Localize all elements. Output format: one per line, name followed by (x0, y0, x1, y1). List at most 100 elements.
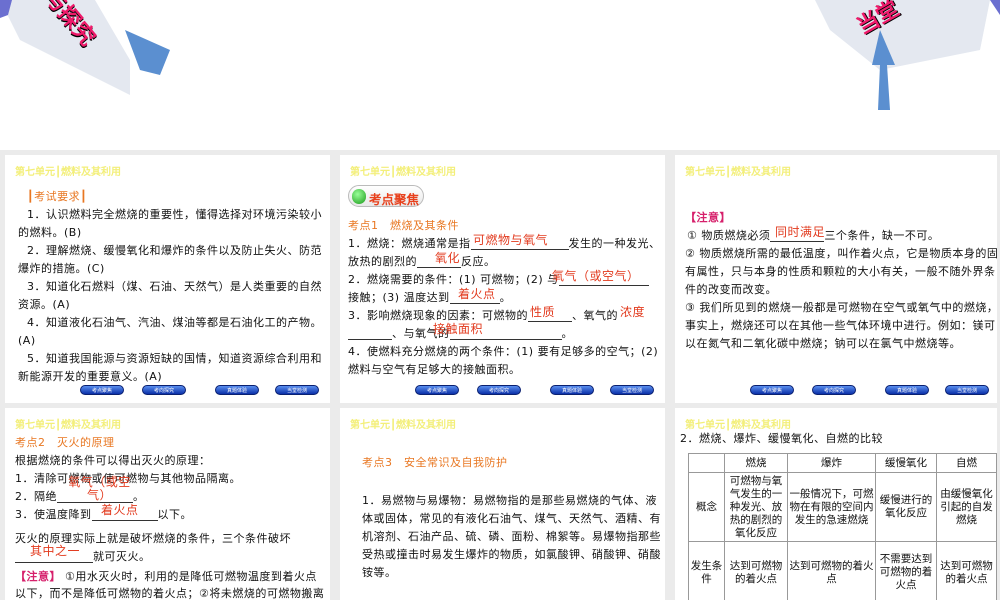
section-title: 考点1 燃烧及其条件 (348, 219, 459, 232)
text-line: 2．理解燃烧、缓慢氧化和爆炸的条件以及防止失火、防范 (27, 244, 322, 257)
table-cell: 达到可燃物的着火点 (936, 541, 997, 600)
answer: 浓度 (620, 305, 646, 319)
text-line: 【注意】 ①用水灭火时，利用的是降低可燃物温度到着火点 (15, 568, 317, 586)
table-header-row: 燃烧 爆炸 缓慢氧化 自燃 (688, 453, 997, 473)
slide-thumbnail-5[interactable]: 第七单元┃燃料及其利用 考点3 安全常识及自我防护 1．易燃物与易爆物：易燃物指… (340, 408, 665, 600)
text-line: 件的改变而改变。 (685, 283, 777, 296)
text-line: 5．知道我国能源与资源短缺的国情，知道资源综合利用和 (27, 352, 322, 365)
unit-header: 第七单元┃燃料及其利用 (685, 420, 792, 431)
table-cell: 由缓慢氧化引起的自发燃烧 (936, 472, 997, 542)
nav-button-explore[interactable]: 考向探究 (142, 385, 186, 395)
nav-button-focus[interactable]: 考点聚焦 (415, 385, 459, 395)
nav-button-real-exam[interactable]: 真题体验 (215, 385, 259, 395)
text-line: 的燃料。(B) (18, 226, 82, 239)
nav-bar: 考点聚焦 考向探究 真题体验 当堂检测 (5, 385, 330, 397)
nav-bar: 考点聚焦 考向探究 真题体验 当堂检测 (340, 385, 665, 397)
unit-header: 第七单元┃燃料及其利用 (350, 167, 457, 178)
table-row: 发生条件 达到可燃物的着火点 达到可燃物的着火点 不需要达到可燃物的着火点 达到… (688, 541, 997, 600)
text: 放热的剧烈的 (348, 255, 417, 268)
text-line: 根据燃烧的条件可以得出灭火的原理： (15, 454, 211, 467)
text: ①用水灭火时，利用的是降低可燃物温度到着火点 (65, 570, 317, 583)
note-label: 【注意】 (15, 570, 61, 583)
answer: 其中之一 (30, 544, 81, 558)
left-banner-graphic (0, 0, 170, 95)
table-cell: 概念 (688, 472, 725, 542)
text: ① 物质燃烧必须 (687, 229, 771, 242)
answer: 同时满足 (775, 225, 826, 239)
nav-button-focus[interactable]: 考点聚焦 (80, 385, 124, 395)
text-line: 放热的剧烈的 反应。 (348, 253, 496, 271)
text-line: 体或固体，常见的有液化石油气、煤气、天然气、酒精、有 (362, 512, 661, 525)
text-line: ③ 我们所见到的燃烧一般都是可燃物在空气或氧气中的燃烧， (685, 301, 997, 314)
nav-button-real-exam[interactable]: 真题体验 (885, 385, 929, 395)
slide-thumbnail-6[interactable]: 第七单元┃燃料及其利用 2．燃烧、爆炸、缓慢氧化、自燃的比较 燃烧 爆炸 缓慢氧… (675, 408, 997, 600)
table-cell: 一般情况下，可燃物在有限的空间内发生的急速燃烧 (787, 472, 876, 542)
green-dot-icon (352, 189, 366, 204)
focus-badge: 考点聚焦 (348, 185, 424, 207)
nav-button-test[interactable]: 当堂检测 (945, 385, 989, 395)
text-line: 爆炸的措施。(C) (18, 262, 105, 275)
answer: 性质 (530, 305, 556, 319)
text-line: 有属性，只与本身的性质和颗粒的大小有关，一般不随外界条 (685, 265, 996, 278)
nav-button-explore[interactable]: 考向探究 (477, 385, 521, 395)
text: 反应。 (461, 255, 496, 268)
text-line: 机溶剂、石油产品、硫、磷、面粉、棉絮等。易爆物指那些 (362, 530, 661, 543)
table-row: 概念 可燃物与氧气发生的一种发光、放热的剧烈的氧化反应 一般情况下，可燃物在有限… (688, 472, 997, 542)
text-line: 资源。(A) (18, 298, 71, 311)
table-cell: 达到可燃物的着火点 (787, 541, 876, 600)
text: 。 (561, 327, 573, 340)
text-line: 燃料与空气有足够大的接触面积。 (348, 363, 521, 376)
text: 以下。 (157, 508, 192, 521)
text-line: 铵等。 (362, 566, 397, 579)
text-line: 1．易燃物与易爆物：易燃物指的是那些易燃烧的气体、液 (362, 494, 657, 507)
nav-button-focus[interactable]: 考点聚焦 (750, 385, 794, 395)
text: 接触；(3) 温度达到 (348, 291, 450, 304)
text-line: 受热或撞击时易发生爆炸的物质，如氯酸钾、硝酸钾、硝酸 (362, 548, 661, 561)
table-cell: 不需要达到可燃物的着火点 (875, 541, 937, 600)
text-line: ② 物质燃烧所需的最低温度，叫作着火点，它是物质本身的固 (685, 247, 997, 260)
header-cell (688, 453, 725, 473)
blank (348, 328, 392, 340)
text: 2．燃烧需要的条件：(1) 可燃物；(2) 与 (348, 273, 559, 286)
header-cell: 燃烧 (724, 453, 788, 473)
text: 3．使温度降到 (15, 508, 92, 521)
text: 三个条件，缺一不可。 (824, 229, 940, 242)
slide-thumbnail-1[interactable]: 第七单元┃燃料及其利用 ┃考试要求┃ 1．认识燃料完全燃烧的重要性，懂得选择对环… (5, 155, 330, 403)
text-line: 4．使燃料充分燃烧的两个条件：(1) 要有足够多的空气；(2) (348, 345, 659, 358)
answer: 可燃物与氧气 (473, 233, 549, 247)
header-cell: 自燃 (936, 453, 997, 473)
section-title: 考点2 灭火的原理 (15, 436, 115, 449)
header-cell: 缓慢氧化 (875, 453, 937, 473)
slide-thumbnail-2[interactable]: 第七单元┃燃料及其利用 考点聚焦 考点1 燃烧及其条件 1．燃烧：燃烧通常是指发… (340, 155, 665, 403)
table-cell: 可燃物与氧气发生的一种发光、放热的剧烈的氧化反应 (724, 472, 788, 542)
unit-header: 第七单元┃燃料及其利用 (685, 167, 792, 178)
slide-thumbnail-3[interactable]: 第七单元┃燃料及其利用 【注意】 ① 物质燃烧必须 三个条件，缺一不可。 同时满足… (675, 155, 997, 403)
note-label: 【注意】 (685, 211, 731, 224)
answer: 接触面积 (433, 322, 484, 336)
table-cell: 缓慢进行的氧化反应 (875, 472, 937, 542)
banner: 与探究 当堂 (0, 0, 1000, 150)
answer: 氧气（或空气） (68, 475, 131, 502)
table-cell: 发生条件 (688, 541, 725, 600)
nav-button-test[interactable]: 当堂检测 (610, 385, 654, 395)
text-line: 以在氮气和二氧化碳中燃烧；钠可以在氯气中燃烧等。 (685, 337, 961, 350)
nav-button-real-exam[interactable]: 真题体验 (550, 385, 594, 395)
table-title: 2．燃烧、爆炸、缓慢氧化、自燃的比较 (680, 432, 883, 445)
text-line: 以下，而不是降低可燃物的着火点；②将未燃烧的可燃物搬离 (15, 587, 325, 600)
slide-thumbnail-4[interactable]: 第七单元┃燃料及其利用 考点2 灭火的原理 根据燃烧的条件可以得出灭火的原理： … (5, 408, 330, 600)
nav-button-test[interactable]: 当堂检测 (275, 385, 319, 395)
text-line: 事实上，燃烧还可以在其他一些气体环境中进行。例如：镁可 (685, 319, 996, 332)
text-line: 4．知道液化石油气、汽油、煤油等都是石油化工的产物。 (27, 316, 322, 329)
text-line: 3．知道化石燃料（煤、石油、天然气）是人类重要的自然 (27, 280, 322, 293)
text: 2．隔绝 (15, 490, 57, 503)
answer: 氧气（或空气） (552, 269, 640, 283)
text: 发生的一种发光、 (568, 237, 661, 250)
nav-button-explore[interactable]: 考向探究 (812, 385, 856, 395)
answer: 着火点 (458, 287, 496, 301)
text: 。 (499, 291, 512, 304)
section-heading: ┃考试要求┃ (27, 190, 88, 203)
comparison-table: 燃烧 爆炸 缓慢氧化 自燃 概念 可燃物与氧气发生的一种发光、放热的剧烈的氧化反… (688, 453, 997, 600)
right-banner-graphic (815, 0, 1000, 110)
text: 、氧气的 (572, 309, 618, 322)
answer: 氧化 (435, 251, 461, 265)
